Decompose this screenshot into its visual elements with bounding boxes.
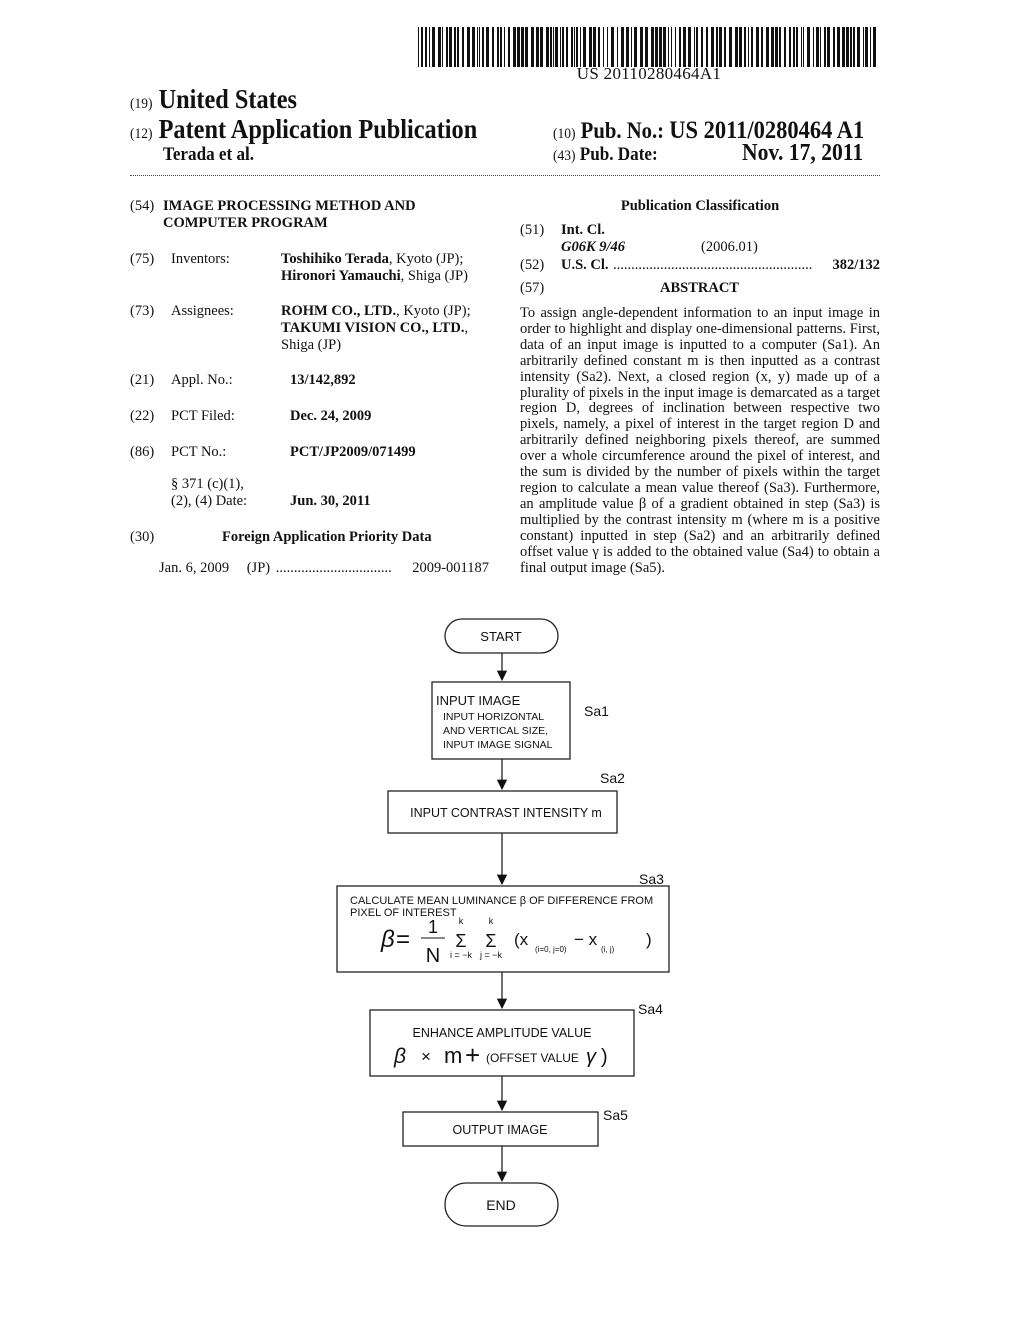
sa5-step-label: Sa5	[603, 1107, 628, 1123]
sigma-j-limit: j = −k	[479, 950, 503, 960]
sa3-numerator: 1	[428, 917, 438, 937]
sa2-step-label: Sa2	[600, 770, 625, 786]
sigma-i: Σ	[455, 931, 466, 951]
sa3-line1: CALCULATE MEAN LUMINANCE β OF DIFFERENCE…	[350, 895, 653, 907]
sa3-open: (x	[514, 930, 529, 949]
sigma-i-limit: i = −k	[450, 950, 473, 960]
end-label: END	[486, 1197, 516, 1213]
sa1-step-label: Sa1	[584, 703, 609, 719]
sa4-beta: β	[393, 1045, 406, 1068]
sa2-text: INPUT CONTRAST INTENSITY m	[410, 806, 602, 820]
sa3-sub2: (i, j)	[601, 945, 615, 954]
sa4-title: ENHANCE AMPLITUDE VALUE	[413, 1026, 592, 1040]
sa4-step-label: Sa4	[638, 1001, 663, 1017]
sa4-plus: +	[465, 1040, 480, 1070]
sa3-denominator: N	[426, 945, 440, 967]
sa3-close: )	[646, 930, 652, 949]
sa3-line2: PIXEL OF INTEREST	[350, 907, 457, 919]
sa1-line: INPUT IMAGE SIGNAL	[443, 739, 553, 751]
sa3-step-label: Sa3	[639, 871, 664, 887]
flowchart: START INPUT IMAGE INPUT HORIZONTAL AND V…	[336, 618, 670, 1227]
sa5-text: OUTPUT IMAGE	[453, 1123, 548, 1137]
start-label: START	[480, 629, 521, 644]
sa1-line: AND VERTICAL SIZE,	[443, 725, 548, 737]
sigma-upper-limit: k	[459, 916, 464, 926]
sa1-title: INPUT IMAGE	[436, 693, 521, 708]
sigma-j: Σ	[485, 931, 496, 951]
sigma-upper-limit: k	[489, 916, 494, 926]
sa4-offset: (OFFSET VALUE	[486, 1051, 579, 1065]
sa4-times: ×	[421, 1047, 431, 1066]
sa4-gamma: γ	[586, 1046, 597, 1068]
sa1-line: INPUT HORIZONTAL	[443, 711, 544, 723]
sa3-sub1: (i=0, j=0)	[535, 945, 567, 954]
sa3-equals: =	[396, 926, 410, 953]
sa3-beta: β	[380, 926, 395, 953]
sa3-minus-x: − x	[574, 930, 598, 949]
sa4-close: )	[601, 1046, 608, 1068]
sa4-m: m	[444, 1043, 462, 1068]
